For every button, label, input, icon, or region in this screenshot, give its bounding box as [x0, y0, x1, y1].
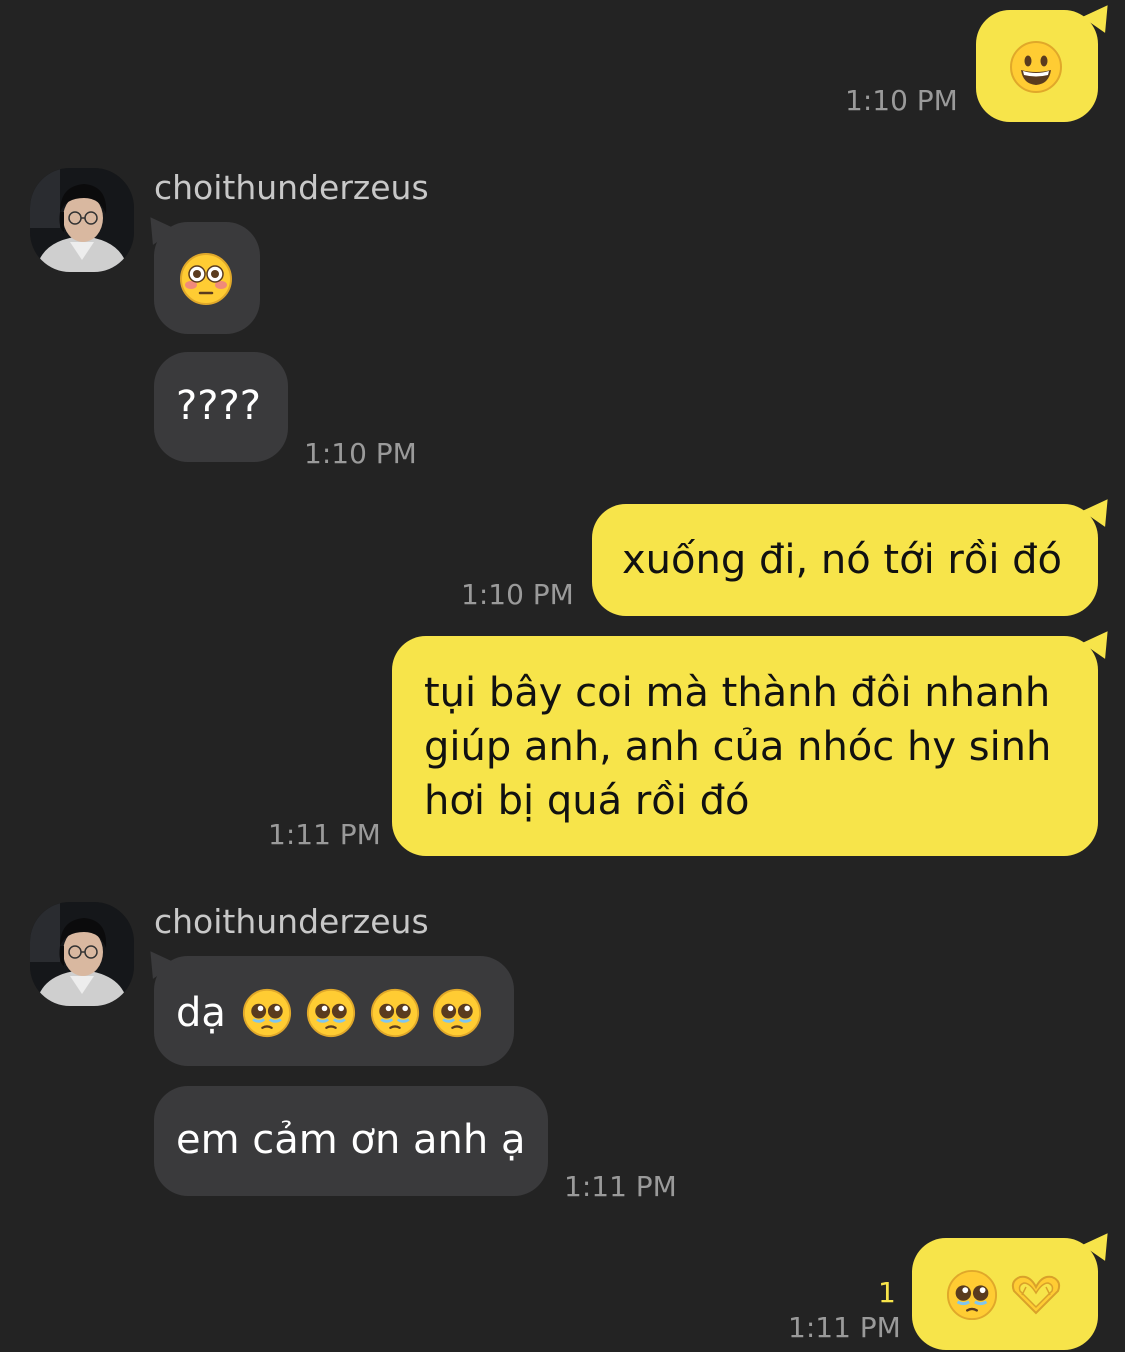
grinning-face-icon	[1010, 41, 1062, 93]
message-time: 1:11 PM	[268, 818, 381, 851]
message-time: 1:11 PM	[564, 1170, 677, 1203]
pleading-face-icon	[432, 988, 482, 1038]
message-text: em cảm ơn anh ạ	[176, 1117, 526, 1163]
my-message-bubble[interactable]: xuống đi, nó tới rồi đó	[592, 504, 1098, 616]
avatar[interactable]	[30, 168, 134, 272]
heart-hands-icon	[1011, 1275, 1061, 1315]
message-text-line: tụi bây coi mà thành đôi nhanh	[424, 670, 1051, 716]
sender-name: choithunderzeus	[154, 168, 429, 207]
message-time: 1:10 PM	[304, 437, 417, 470]
avatar[interactable]	[30, 902, 134, 1006]
message-text-line: giúp anh, anh của nhóc hy sinh	[424, 724, 1052, 770]
my-message-bubble[interactable]	[976, 10, 1098, 122]
pleading-face-icon	[306, 988, 356, 1038]
message-text: ????	[176, 383, 261, 429]
their-message-bubble[interactable]: em cảm ơn anh ạ	[154, 1086, 548, 1196]
sender-name: choithunderzeus	[154, 902, 429, 941]
message-time: 1:11 PM	[788, 1311, 901, 1344]
message-text: xuống đi, nó tới rồi đó	[622, 537, 1063, 583]
pleading-face-icon	[370, 988, 420, 1038]
pleading-face-icon	[242, 988, 292, 1038]
message-time: 1:10 PM	[461, 578, 574, 611]
profile-photo	[30, 902, 134, 1006]
my-message-bubble[interactable]: tụi bây coi mà thành đôi nhanh giúp anh,…	[392, 636, 1098, 856]
chat-thread[interactable]: 1:10 PM choithunderzeus ???? 1:10 PM 1:1…	[0, 0, 1125, 1352]
message-time: 1:10 PM	[845, 84, 958, 117]
message-text: dạ	[176, 990, 226, 1036]
their-message-bubble[interactable]: ????	[154, 352, 288, 462]
pleading-face-icon	[946, 1269, 998, 1321]
message-text-line: hơi bị quá rồi đó	[424, 778, 750, 824]
their-message-bubble[interactable]: dạ	[154, 956, 514, 1066]
unread-count: 1	[878, 1276, 896, 1309]
my-message-bubble[interactable]	[912, 1238, 1098, 1350]
flushed-face-icon	[180, 253, 232, 305]
profile-photo	[30, 168, 134, 272]
